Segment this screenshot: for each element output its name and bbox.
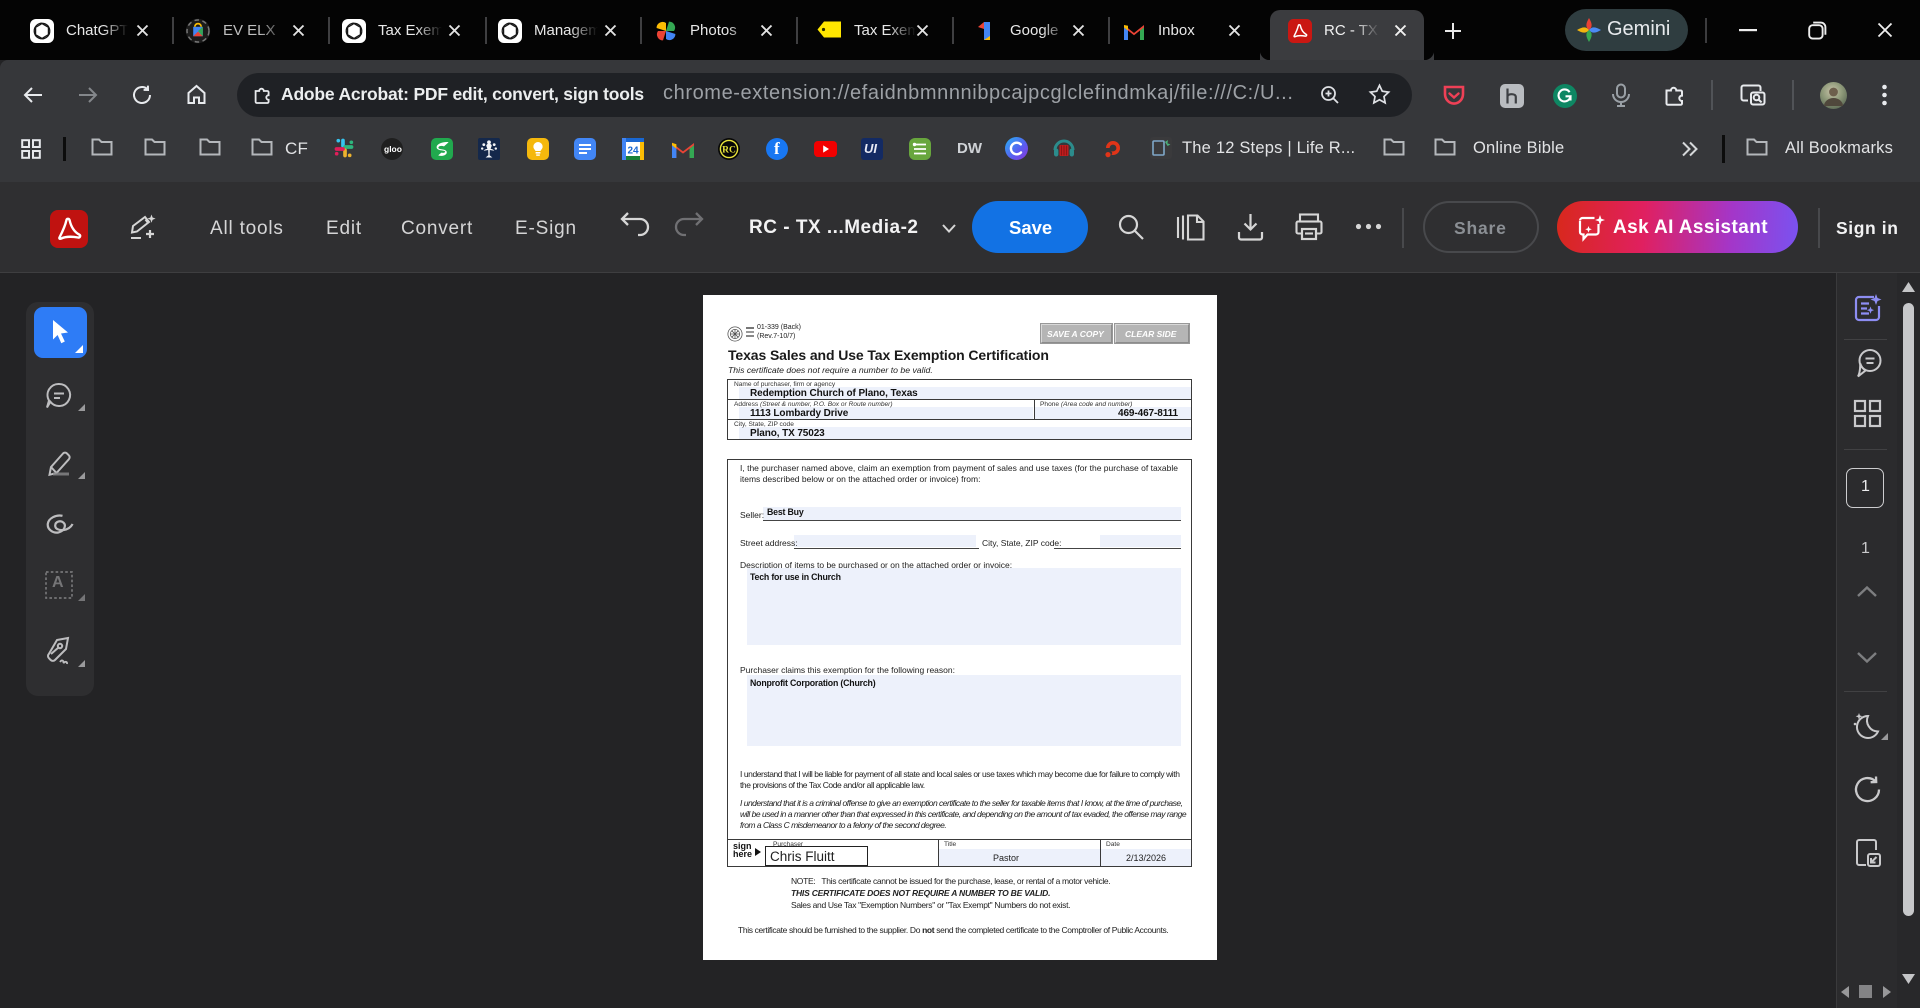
svg-text:24: 24 — [627, 146, 639, 157]
svg-text:RC: RC — [722, 146, 736, 156]
